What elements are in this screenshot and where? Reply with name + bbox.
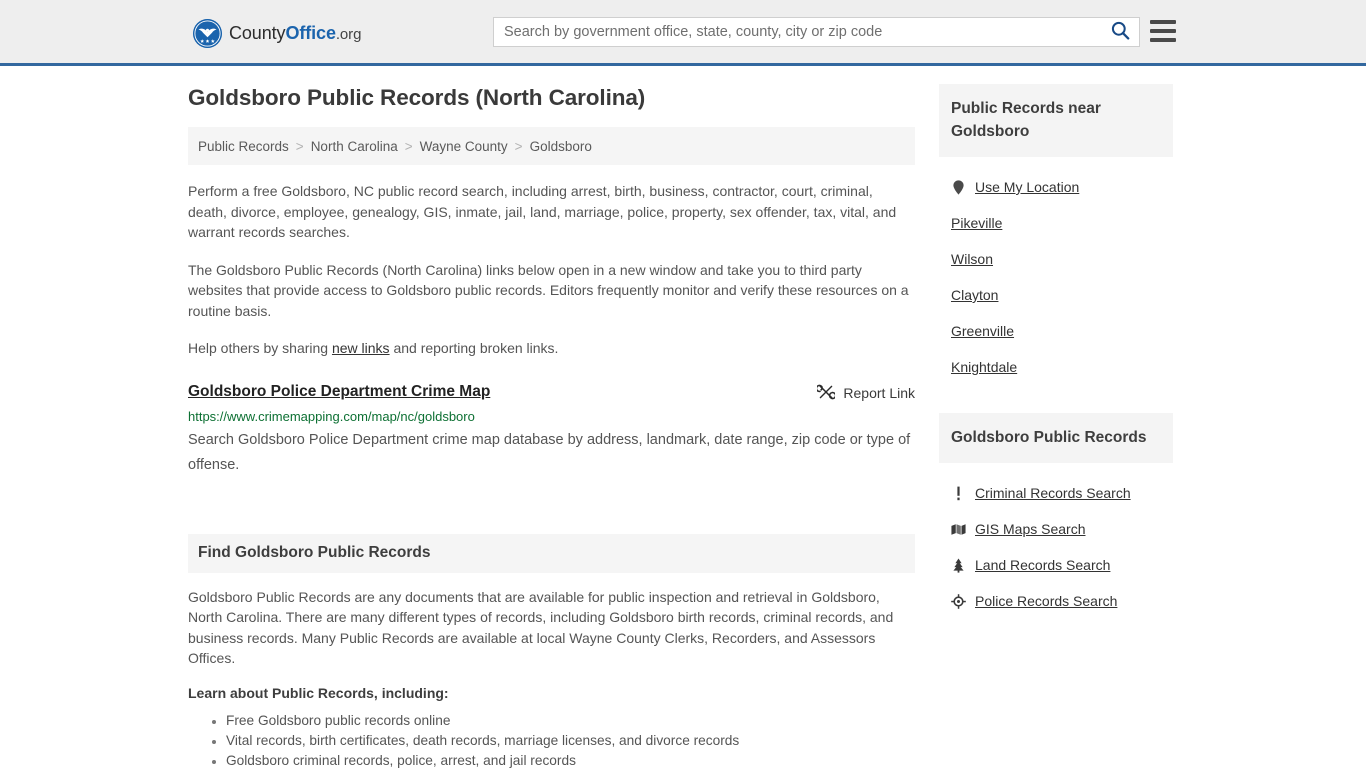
sidebar-link-land-records[interactable]: Land Records Search [975, 557, 1110, 573]
result-url: https://www.crimemapping.com/map/nc/gold… [188, 408, 475, 424]
sidebar-item-pikeville[interactable]: Pikeville [939, 205, 1173, 241]
logo-text-org: .org [335, 26, 362, 43]
sidebar-link-use-my-location[interactable]: Use My Location [975, 179, 1079, 195]
sidebar-link-wilson[interactable]: Wilson [951, 251, 993, 267]
help-text-before: Help others by sharing [188, 340, 332, 356]
search-icon [1111, 21, 1130, 43]
result-item: Goldsboro Police Department Crime Map Re… [188, 382, 915, 478]
sidebar-item-clayton[interactable]: Clayton [939, 277, 1173, 313]
breadcrumb-item-goldsboro[interactable]: Goldsboro [530, 139, 592, 154]
breadcrumb-item-north-carolina[interactable]: North Carolina [311, 139, 398, 154]
logo-text-county: County [229, 23, 286, 43]
logo-wordmark: CountyOffice.org [229, 23, 361, 44]
result-description: Search Goldsboro Police Department crime… [188, 431, 911, 473]
breadcrumb-item-wayne-county[interactable]: Wayne County [420, 139, 508, 154]
sidebar-item-criminal-records[interactable]: Criminal Records Search [939, 475, 1173, 511]
page-title: Goldsboro Public Records (North Carolina… [188, 85, 646, 110]
sidebar-link-gis-maps[interactable]: GIS Maps Search [975, 521, 1086, 537]
result-title-link[interactable]: Goldsboro Police Department Crime Map [188, 382, 490, 402]
intro-paragraph-2: The Goldsboro Public Records (North Caro… [188, 261, 909, 319]
help-text-after: and reporting broken links. [389, 340, 559, 356]
sidebar-box-nearby: Public Records near Goldsboro Use My Loc… [939, 84, 1173, 385]
sidebar-item-land-records[interactable]: Land Records Search [939, 547, 1173, 583]
breadcrumb-item-public-records[interactable]: Public Records [198, 139, 289, 154]
section-intro: Goldsboro Public Records are any documen… [188, 588, 894, 667]
list-item: Goldsboro criminal records, police, arre… [226, 751, 915, 768]
main-content: Goldsboro Public Records (North Carolina… [188, 84, 915, 768]
report-link-button[interactable]: Report Link [816, 382, 915, 404]
learn-about-label: Learn about Public Records, including: [188, 684, 449, 701]
map-pin-icon [951, 179, 966, 195]
broken-link-icon [816, 383, 837, 404]
section-heading: Find Goldsboro Public Records [198, 544, 431, 561]
crosshair-icon [951, 593, 966, 609]
breadcrumb-separator: > [514, 138, 523, 154]
sidebar-item-greenville[interactable]: Greenville [939, 313, 1173, 349]
sidebar: Public Records near Goldsboro Use My Loc… [939, 84, 1173, 768]
search-button[interactable] [1101, 18, 1139, 46]
sidebar-records-heading: Goldsboro Public Records [939, 413, 1173, 463]
sidebar-item-wilson[interactable]: Wilson [939, 241, 1173, 277]
report-link-label: Report Link [843, 385, 915, 401]
page-body: Goldsboro Public Records (North Carolina… [0, 66, 1366, 768]
tree-icon [951, 558, 966, 573]
sidebar-nearby-heading: Public Records near Goldsboro [939, 84, 1173, 157]
exclamation-icon [951, 486, 966, 501]
hamburger-bar-1 [1150, 20, 1176, 24]
help-share-paragraph: Help others by sharing new links and rep… [188, 338, 915, 359]
site-logo[interactable]: CountyOffice.org [193, 19, 361, 48]
eagle-stars-seal-icon [193, 19, 222, 48]
sidebar-item-police-records[interactable]: Police Records Search [939, 583, 1173, 619]
new-links-link[interactable]: new links [332, 340, 390, 356]
sidebar-item-knightdale[interactable]: Knightdale [939, 349, 1173, 385]
sidebar-link-knightdale[interactable]: Knightdale [951, 359, 1017, 375]
breadcrumb-separator: > [295, 138, 304, 154]
hamburger-bar-3 [1150, 38, 1176, 42]
sidebar-link-police-records[interactable]: Police Records Search [975, 593, 1117, 609]
hamburger-menu-icon[interactable] [1150, 20, 1176, 42]
sidebar-link-clayton[interactable]: Clayton [951, 287, 998, 303]
search-input[interactable] [494, 19, 1101, 45]
sidebar-link-criminal-records[interactable]: Criminal Records Search [975, 485, 1131, 501]
site-header: CountyOffice.org [0, 0, 1366, 66]
logo-text-office: Office [285, 23, 336, 43]
find-records-section-header: Find Goldsboro Public Records [188, 533, 915, 573]
sidebar-item-use-my-location[interactable]: Use My Location [939, 169, 1173, 205]
sidebar-link-greenville[interactable]: Greenville [951, 323, 1014, 339]
sidebar-box-records: Goldsboro Public Records Criminal Record… [939, 413, 1173, 619]
hamburger-bar-2 [1150, 29, 1176, 33]
breadcrumb-separator: > [404, 138, 413, 154]
search-bar[interactable] [493, 17, 1140, 47]
sidebar-link-pikeville[interactable]: Pikeville [951, 215, 1002, 231]
intro-paragraph-1: Perform a free Goldsboro, NC public reco… [188, 183, 897, 240]
records-bullet-list: Free Goldsboro public records online Vit… [188, 711, 915, 768]
list-item: Vital records, birth certificates, death… [226, 731, 915, 751]
list-item: Free Goldsboro public records online [226, 711, 915, 731]
breadcrumb: Public Records > North Carolina > Wayne … [188, 127, 915, 165]
folded-map-icon [951, 523, 966, 536]
sidebar-item-gis-maps[interactable]: GIS Maps Search [939, 511, 1173, 547]
